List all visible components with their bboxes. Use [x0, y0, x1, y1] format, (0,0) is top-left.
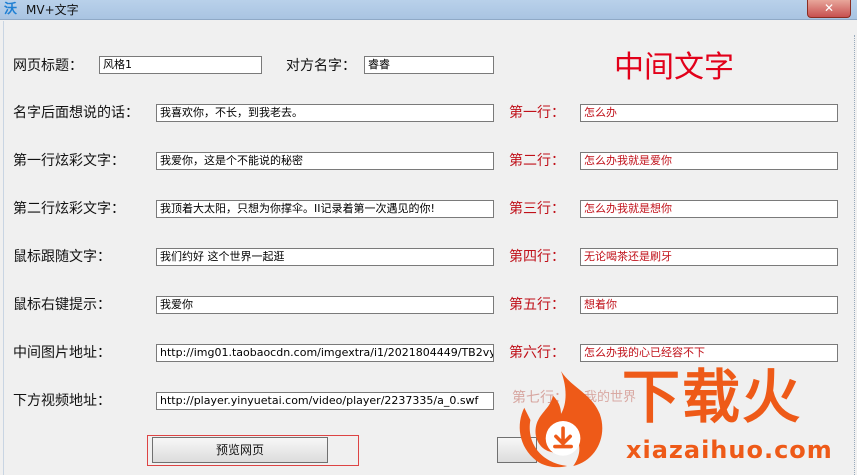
row1-input[interactable]: 怎么办 — [580, 104, 838, 122]
line2-label: 第二行炫彩文字： — [13, 201, 125, 217]
middle-text-heading: 中间文字 — [614, 50, 734, 85]
row5-input[interactable]: 想着你 — [580, 296, 838, 314]
row3-input[interactable]: 怎么办我就是想你 — [580, 200, 838, 218]
row2-label: 第二行： — [509, 153, 565, 169]
row5-label: 第五行： — [509, 297, 565, 313]
row6-label: 第六行： — [509, 345, 565, 361]
video-url-label: 下方视频地址： — [13, 393, 111, 409]
row1-label: 第一行： — [509, 105, 565, 121]
right-click-label: 鼠标右键提示： — [13, 297, 111, 313]
image-url-input[interactable]: http://img01.taobaocdn.com/imgextra/i1/2… — [156, 344, 494, 362]
line2-input[interactable]: 我顶着大太阳，只想为你撑伞。II记录着第一次遇见的你! — [156, 200, 494, 218]
form-client-area: 网页标题： 风格1 对方名字： 睿睿 中间文字 名字后面想说的话： 我喜欢你，不… — [3, 21, 855, 475]
row4-label: 第四行： — [509, 249, 565, 265]
page-title-input[interactable]: 风格1 — [99, 56, 262, 74]
watermark: 下载火 xiazaihuo.com — [504, 361, 855, 475]
app-icon: 沃 — [4, 2, 18, 17]
preview-button[interactable]: 预览网页 — [152, 437, 328, 463]
other-name-input[interactable]: 睿睿 — [364, 56, 494, 74]
line1-label: 第一行炫彩文字： — [13, 153, 125, 169]
after-name-input[interactable]: 我喜欢你，不长，到我老去。 — [156, 104, 494, 122]
line1-input[interactable]: 我爱你，这是个不能说的秘密 — [156, 152, 494, 170]
page-title-label: 网页标题： — [13, 58, 83, 74]
other-name-label: 对方名字： — [286, 58, 356, 74]
close-button[interactable]: ✕ — [807, 0, 851, 18]
window-title: MV+文字 — [26, 3, 79, 17]
title-bar: 沃 MV+文字 ✕ — [0, 0, 857, 20]
mouse-follow-label: 鼠标跟随文字： — [13, 249, 111, 265]
watermark-url: xiazaihuo.com — [626, 436, 833, 464]
row4-input[interactable]: 无论喝茶还是刷牙 — [580, 248, 838, 266]
row6-input[interactable]: 怎么办我的心已经容不下 — [580, 344, 838, 362]
row3-label: 第三行： — [509, 201, 565, 217]
mouse-follow-input[interactable]: 我们约好 这个世界一起逛 — [156, 248, 494, 266]
right-click-input[interactable]: 我爱你 — [156, 296, 494, 314]
image-url-label: 中间图片地址： — [13, 345, 111, 361]
row2-input[interactable]: 怎么办我就是爱你 — [580, 152, 838, 170]
after-name-label: 名字后面想说的话： — [13, 105, 139, 121]
download-fire-icon — [519, 371, 603, 468]
video-url-input[interactable]: http://player.yinyuetai.com/video/player… — [156, 392, 494, 410]
watermark-brand: 下载火 — [622, 363, 803, 431]
